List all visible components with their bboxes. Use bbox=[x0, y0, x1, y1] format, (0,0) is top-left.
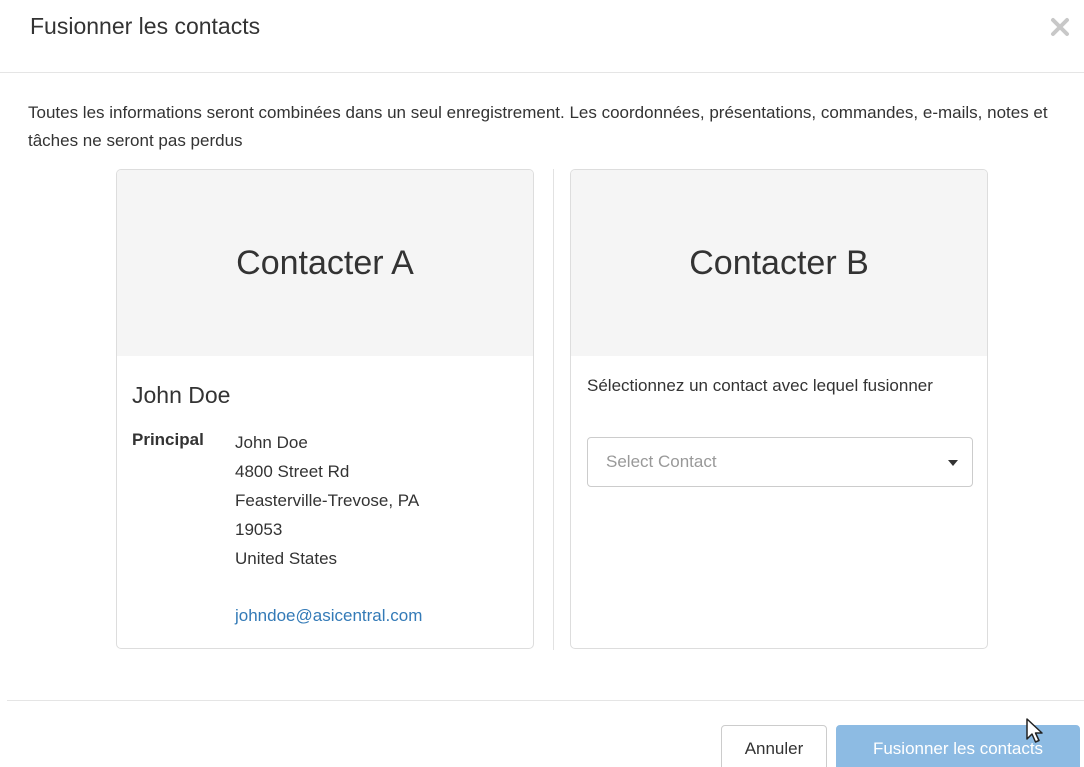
address-label: Principal bbox=[132, 430, 204, 449]
modal-header: Fusionner les contacts bbox=[0, 0, 1084, 73]
address-line: 19053 bbox=[235, 520, 283, 539]
modal-footer: Annuler Fusionner les contacts bbox=[7, 700, 1084, 767]
select-contact-dropdown[interactable]: Select Contact bbox=[587, 437, 973, 487]
address-line: John Doe bbox=[235, 433, 308, 452]
contact-b-header: Contacter B bbox=[571, 170, 987, 356]
address-line: United States bbox=[235, 549, 338, 568]
contact-a-name: John Doe bbox=[132, 382, 231, 408]
intro-text: Toutes les informations seront combinées… bbox=[28, 103, 1048, 150]
address-line: Feasterville-Trevose, PA bbox=[235, 491, 420, 510]
address-line: 4800 Street Rd bbox=[235, 462, 350, 481]
modal-title: Fusionner les contacts bbox=[30, 13, 261, 39]
merge-contacts-button[interactable]: Fusionner les contacts bbox=[836, 725, 1080, 767]
caret-down-icon bbox=[948, 460, 958, 466]
email-link[interactable]: johndoe@asicentral.com bbox=[235, 606, 422, 626]
contact-a-card: Contacter A John Doe Principal John Doe … bbox=[116, 169, 534, 649]
column-divider bbox=[553, 169, 554, 650]
contact-b-card: Contacter B Sélectionnez un contact avec… bbox=[570, 169, 988, 649]
select-prompt: Sélectionnez un contact avec lequel fusi… bbox=[587, 376, 933, 395]
contact-b-title: Contacter B bbox=[689, 243, 869, 282]
contact-a-header: Contacter A bbox=[117, 170, 533, 356]
select-placeholder: Select Contact bbox=[606, 452, 717, 471]
cancel-button[interactable]: Annuler bbox=[721, 725, 827, 767]
contact-a-title: Contacter A bbox=[236, 243, 414, 282]
close-icon[interactable] bbox=[1046, 13, 1074, 41]
address-block: John Doe 4800 Street Rd Feasterville-Tre… bbox=[235, 428, 419, 573]
